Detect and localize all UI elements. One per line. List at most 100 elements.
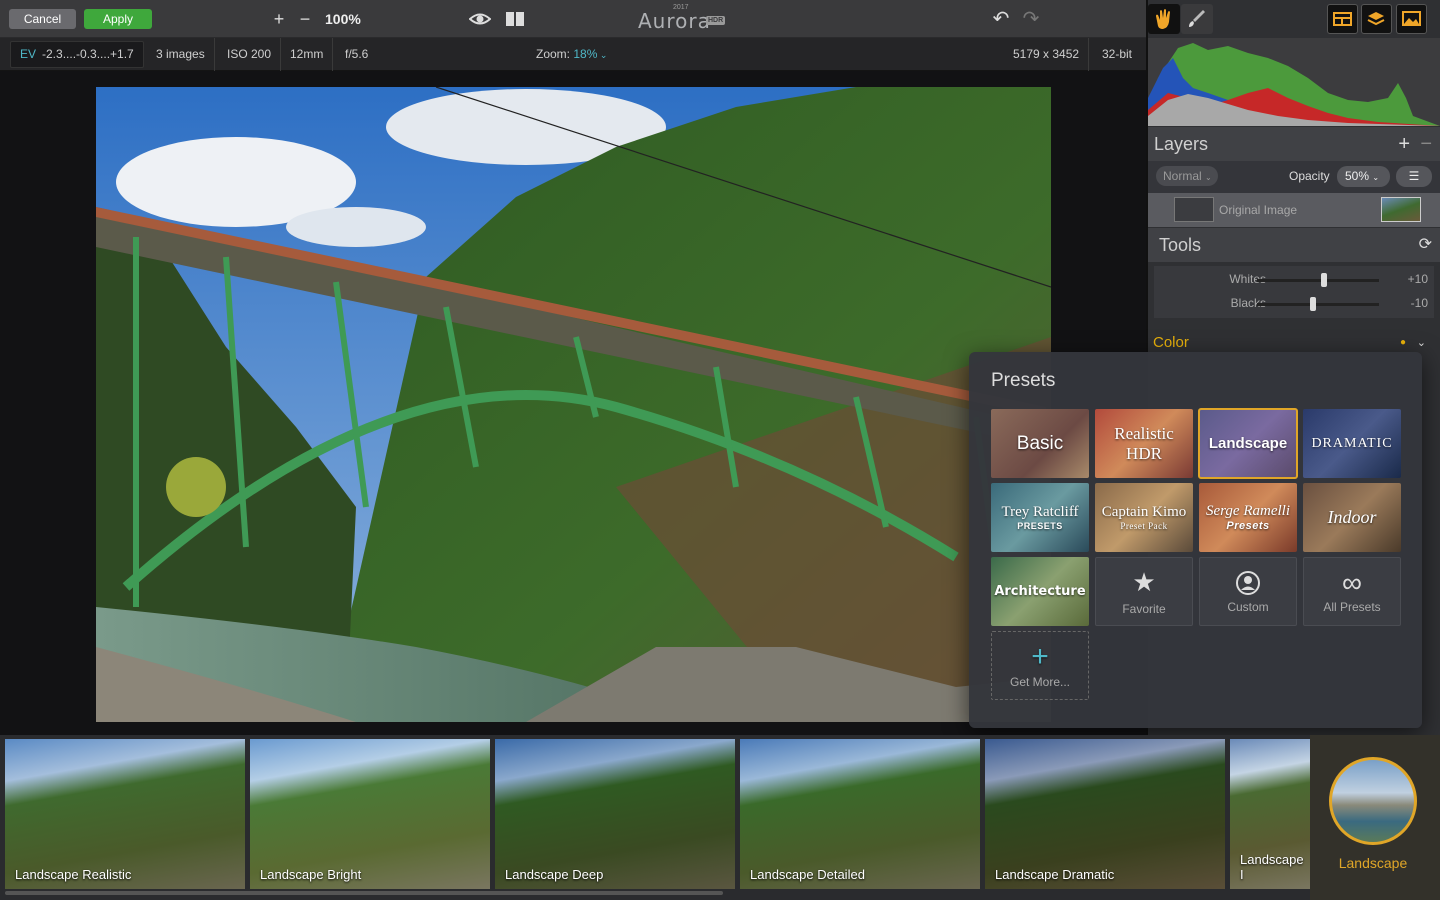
whites-slider-row: Whites +10 <box>1154 272 1434 290</box>
preset-thumb-label: Landscape Detailed <box>750 867 865 882</box>
apply-button[interactable]: Apply <box>84 9 152 29</box>
redo-icon[interactable]: ↷ <box>1020 0 1042 38</box>
tools-title: Tools <box>1159 235 1202 255</box>
blacks-slider[interactable] <box>1257 303 1379 306</box>
preset-label: Captain Kimo <box>1101 504 1187 520</box>
preset-label: Get More... <box>1009 674 1071 689</box>
preset-label: Serge Ramelli <box>1205 503 1290 519</box>
star-icon: ★ <box>1132 567 1156 597</box>
preset-favorite[interactable]: ★ Favorite <box>1095 557 1193 626</box>
preset-thumb[interactable]: Landscape I <box>1230 739 1310 889</box>
whites-slider[interactable] <box>1257 279 1379 282</box>
preset-custom[interactable]: Custom <box>1199 557 1297 626</box>
preset-landscape[interactable]: Landscape <box>1198 408 1298 479</box>
current-preset-category[interactable]: Landscape <box>1310 735 1440 900</box>
refresh-icon[interactable]: ⟳ <box>1419 228 1432 262</box>
chevron-down-icon: ⌄ <box>597 50 608 60</box>
category-label: Landscape <box>1338 855 1408 871</box>
tone-sliders: Whites +10 Blacks -10 <box>1154 266 1434 318</box>
add-layer-icon[interactable]: + <box>1398 127 1410 161</box>
iso-value: ISO 200 <box>218 38 282 71</box>
image-panel-icon[interactable] <box>1396 4 1427 34</box>
preset-label: Trey Ratcliff <box>1001 504 1079 520</box>
preset-captain-kimo[interactable]: Captain Kimo Preset Pack <box>1095 483 1193 552</box>
color-title: Color <box>1153 334 1189 351</box>
cancel-button[interactable]: Cancel <box>9 9 76 29</box>
image-dimensions: 5179 x 3452 <box>1004 38 1090 71</box>
layers-header: Layers + − <box>1148 127 1440 161</box>
compare-split-icon[interactable] <box>506 12 524 26</box>
preset-dramatic[interactable]: DRAMATIC <box>1303 409 1401 478</box>
opacity-select[interactable]: 50% ⌄ <box>1337 166 1390 187</box>
preset-sub: PRESETS <box>1017 521 1063 531</box>
preset-all-presets[interactable]: ∞ All Presets <box>1303 557 1401 626</box>
photo-preview[interactable] <box>96 87 1051 722</box>
preset-thumb-label: Landscape Bright <box>260 867 362 882</box>
preset-thumb-label: Landscape Realistic <box>15 867 132 882</box>
image-info-bar: EV -2.3....-0.3....+1.7 3 images ISO 200 … <box>0 38 1146 71</box>
preset-sub: Presets <box>1226 520 1270 532</box>
preset-label: Indoor <box>1327 507 1377 527</box>
layer-row[interactable]: Original Image <box>1148 193 1440 227</box>
layer-image-thumb[interactable] <box>1381 197 1421 222</box>
ev-value: -2.3....-0.3....+1.7 <box>42 47 134 61</box>
blend-mode-value: Normal <box>1163 169 1202 183</box>
preset-label: Custom <box>1227 599 1269 614</box>
aurora-logo: 2017 Aurora HDR <box>636 4 732 34</box>
layer-mask-thumb[interactable] <box>1174 197 1214 222</box>
focal-length: 12mm <box>281 38 334 71</box>
zoom-level[interactable]: 100% <box>325 11 361 27</box>
blacks-slider-row: Blacks -10 <box>1154 296 1434 314</box>
preset-basic[interactable]: Basic <box>991 409 1089 478</box>
preset-thumb[interactable]: Landscape Bright <box>250 739 490 889</box>
layer-name: Original Image <box>1219 203 1298 217</box>
layout-icon[interactable] <box>1327 4 1358 34</box>
get-more-presets[interactable]: + Get More... <box>991 631 1089 700</box>
preset-serge-ramelli[interactable]: Serge Ramelli Presets <box>1199 483 1297 552</box>
preset-realistic-hdr[interactable]: Realistic HDR <box>1095 409 1193 478</box>
preset-label: Basic <box>1016 432 1064 454</box>
preset-thumb[interactable]: Landscape Dramatic <box>985 739 1225 889</box>
undo-icon[interactable]: ↶ <box>990 0 1012 38</box>
blend-mode-select[interactable]: Normal ⌄ <box>1156 166 1218 186</box>
tools-header: Tools ⟳ <box>1148 228 1440 262</box>
brush-tool-icon[interactable] <box>1181 4 1213 34</box>
layers-title: Layers <box>1154 134 1209 154</box>
slider-value: +10 <box>1407 272 1428 286</box>
zoom-in-icon[interactable]: + <box>269 0 289 38</box>
remove-layer-icon[interactable]: − <box>1420 127 1432 161</box>
preset-thumb[interactable]: Landscape Deep <box>495 739 735 889</box>
opacity-value: 50% <box>1345 169 1370 183</box>
logo-badge: HDR <box>706 16 726 25</box>
preset-thumb[interactable]: Landscape Detailed <box>740 739 980 889</box>
preset-sub: Preset Pack <box>1120 521 1168 531</box>
chevron-down-icon: ⌄ <box>1372 173 1380 182</box>
zoom-out-icon[interactable]: − <box>295 0 315 38</box>
hand-tool-icon[interactable] <box>1148 4 1180 34</box>
filmstrip-scrollbar[interactable] <box>5 891 723 895</box>
aurora-hdr-window: Cancel Apply + − 100% 2017 Aurora HDR ↶ … <box>0 0 1440 900</box>
plus-icon: + <box>1031 639 1049 673</box>
preset-trey-ratcliff[interactable]: Trey Ratcliff PRESETS <box>991 483 1089 552</box>
presets-title: Presets <box>991 370 1056 391</box>
preset-thumb-label: Landscape Dramatic <box>995 867 1115 882</box>
image-count: 3 images <box>147 38 215 71</box>
preset-label: DRAMATIC <box>1311 435 1393 451</box>
preset-indoor[interactable]: Indoor <box>1303 483 1401 552</box>
blacks-slider-handle[interactable] <box>1310 297 1316 311</box>
whites-slider-handle[interactable] <box>1321 273 1327 287</box>
category-avatar <box>1329 757 1417 845</box>
preset-filmstrip: Landscape Realistic Landscape Bright Lan… <box>0 735 1440 900</box>
layer-controls: Normal ⌄ Opacity 50% ⌄ ☰ <box>1148 161 1440 193</box>
preset-thumb[interactable]: Landscape Realistic <box>5 739 245 889</box>
zoom-dropdown[interactable]: Zoom: 18% ⌄ <box>536 38 607 72</box>
preset-label: Landscape <box>1208 435 1288 452</box>
preset-architecture[interactable]: Architecture <box>991 557 1089 626</box>
preset-thumb-label: Landscape I <box>1240 852 1304 882</box>
slider-value: -10 <box>1410 296 1428 310</box>
ev-label: EV <box>20 47 37 61</box>
layer-menu-icon[interactable]: ☰ <box>1396 166 1432 187</box>
user-circle-icon <box>1236 570 1260 595</box>
preview-eye-icon[interactable] <box>468 10 492 28</box>
layers-stack-icon[interactable] <box>1361 4 1392 34</box>
